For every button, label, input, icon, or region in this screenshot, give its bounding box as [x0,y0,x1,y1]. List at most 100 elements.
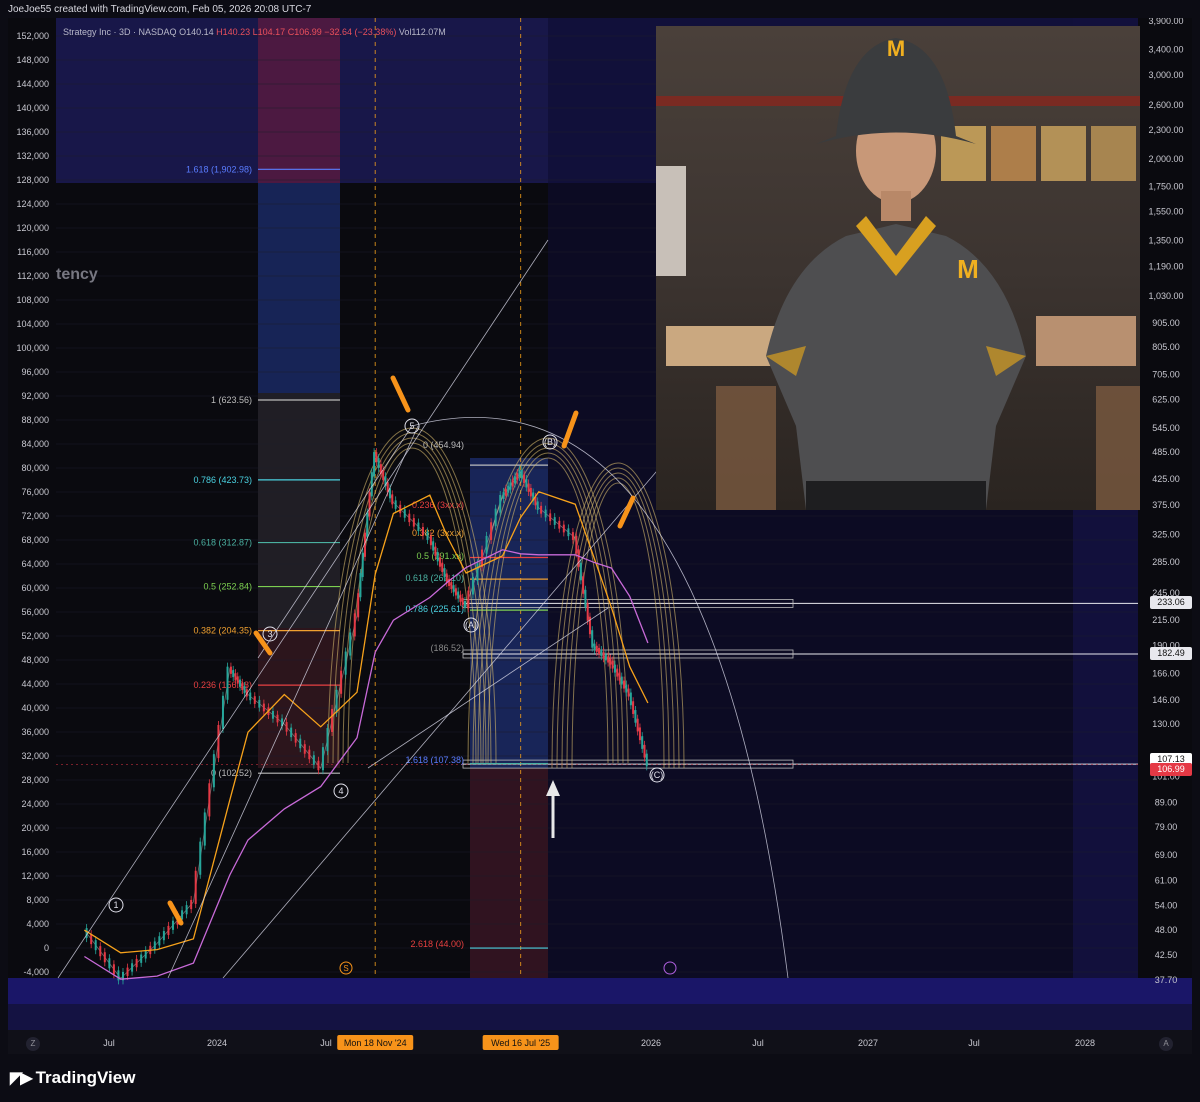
candle-body [513,476,516,484]
candle-body [357,593,360,618]
left-axis-label: 28,000 [21,775,49,785]
candle-body [613,664,616,673]
candle-body [417,522,420,532]
left-axis-label: 124,000 [16,199,49,209]
candle-body [461,597,464,605]
candle-body [359,573,362,598]
candle-body [366,512,369,537]
candle-body [112,964,115,975]
fib-left-label: 1.618 (1,902.98) [186,164,252,174]
chart-credit: JoeJoe55 created with TradingView.com, F… [8,4,312,15]
left-axis-label: 84,000 [21,439,49,449]
candle-body [629,692,632,706]
candle-body [529,487,532,497]
event-icon-label: S [343,964,348,973]
candle-body [625,684,628,693]
left-axis-label: 116,000 [17,247,49,257]
candle-body [126,967,129,976]
right-axis-label: 79.00 [1155,822,1178,832]
left-axis-label: 132,000 [16,151,49,161]
time-axis-label: 2026 [641,1038,661,1048]
candle-body [249,692,252,701]
right-axis-label: 54.00 [1155,901,1178,911]
svg-text:M: M [887,36,905,61]
candle-body [391,494,394,505]
watermark-text: tency [56,266,98,283]
candle-body [412,518,415,527]
chart-panel[interactable]: 152,000 148,000 144,000 140,000 136,000 132,0… [8,18,1192,1054]
candle-body [602,652,605,659]
fib-red-top [258,18,340,183]
left-axis-label: 52,000 [21,631,49,641]
price-tag: 106.99 [1150,763,1192,777]
left-axis-label: 144,000 [16,79,49,89]
auto-left-button[interactable]: Z [26,1037,40,1051]
candle-body [443,568,446,578]
time-axis-label: 2027 [858,1038,878,1048]
fib-left-label: 0 (102.52) [211,768,252,778]
candle-body [171,920,174,930]
fib-left-label: 0.618 (312.87) [193,538,252,548]
time-axis-label: Jul [103,1038,115,1048]
candle-body [582,576,585,594]
candle-body [454,588,457,596]
left-axis-label: 136,000 [16,127,49,137]
candle-body [262,703,265,712]
candle-body [507,485,510,493]
right-axis-label: 61.00 [1155,876,1178,886]
left-axis-label: 8,000 [26,895,49,905]
candle-body [426,531,429,540]
candle-body [485,535,488,554]
left-axis-label: 120,000 [16,223,49,233]
candle-body [598,647,601,655]
wave-label: 5 [409,421,414,431]
left-axis-label: 96,000 [21,367,49,377]
candle-body [326,728,329,752]
candle-body [452,585,455,593]
candle-body [525,479,528,488]
wave-label: 3 [267,629,272,639]
right-axis-label: 375.00 [1152,500,1180,510]
left-axis-label: 24,000 [21,799,49,809]
candle-body [527,483,530,492]
candle-body [459,594,462,602]
candle-body [234,673,237,681]
candle-body [643,744,646,758]
candle-body [429,535,432,546]
symbol-title: Strategy Inc · 3D · NASDAQ [63,27,177,37]
left-axis-label: 20,000 [21,823,49,833]
candle-body [353,613,356,637]
time-axis-label: Jul [752,1038,764,1048]
right-axis-label: 2,300.00 [1148,125,1183,135]
right-axis-label: 485.00 [1152,447,1180,457]
candle-body [618,672,621,681]
wave-label: (C) [651,770,664,780]
candle-body [271,711,274,719]
candle-body [99,946,102,957]
left-axis-label: 76,000 [21,487,49,497]
right-axis-label: 146.00 [1152,695,1180,705]
candle-body [434,546,437,556]
candle-body [321,747,324,771]
candle-body [476,563,479,581]
candle-body [276,714,279,723]
right-axis-label: 1,550.00 [1148,207,1183,217]
candle-body [408,513,411,523]
right-axis-label: 805.00 [1152,342,1180,352]
candle-body [294,733,297,743]
right-axis-label: 905.00 [1152,318,1180,328]
candle-body [421,527,424,536]
auto-scale-button[interactable]: A [1159,1037,1173,1051]
left-axis-label: 92,000 [21,391,49,401]
tradingview-logo[interactable]: ◤▶ TradingView [10,1068,135,1088]
candle-body [504,488,507,496]
candle-body [509,482,512,490]
candle-body [317,760,320,771]
time-axis-bg [8,1030,1192,1054]
candle-body [194,870,197,904]
candle-body [457,591,460,599]
fib-right-label: 0 (454.94) [423,440,464,450]
candle-body [595,645,598,652]
fib-right-label: 0.786 (225.61) [405,604,464,614]
candle-body [436,551,439,562]
